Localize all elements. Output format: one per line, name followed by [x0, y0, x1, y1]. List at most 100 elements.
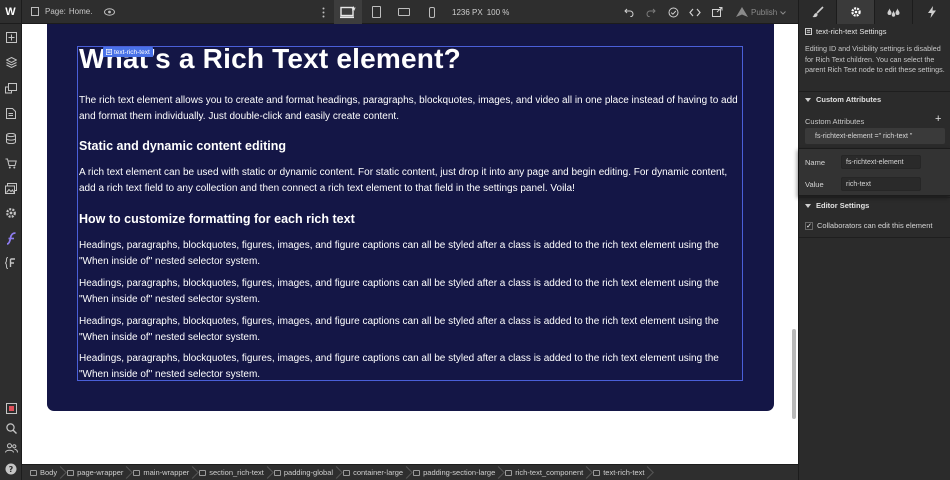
- section2-paragraph-4[interactable]: Headings, paragraphs, blockquotes, figur…: [79, 351, 741, 382]
- publish-label: Publish: [751, 7, 778, 17]
- breadcrumb: Body page-wrapper main-wrapper section_r…: [22, 464, 798, 480]
- search-icon[interactable]: [3, 420, 19, 436]
- body-icon: [30, 469, 37, 476]
- collaborators-label: Collaborators can edit this element: [817, 221, 933, 230]
- preview-eye-icon[interactable]: [102, 5, 116, 19]
- breadcrumb-item[interactable]: Body: [26, 465, 63, 480]
- div-block-icon: [273, 469, 281, 476]
- canvas-scrollbar[interactable]: [792, 329, 796, 419]
- attribute-value-row: Value rich-text: [805, 177, 921, 191]
- users-icon[interactable]: [3, 440, 19, 456]
- collaborators-edit-checkbox-row[interactable]: ✓ Collaborators can edit this element: [805, 221, 932, 230]
- panel-title: text-rich-text Settings: [805, 27, 886, 36]
- right-panel-tabs: [798, 0, 950, 24]
- breadcrumb-item[interactable]: padding-global: [270, 465, 339, 480]
- undo-icon[interactable]: [622, 5, 636, 19]
- canvas-width[interactable]: 1236 PX: [452, 8, 483, 17]
- share-icon[interactable]: [710, 5, 724, 19]
- navigator-layers-icon[interactable]: [3, 54, 19, 70]
- add-attribute-plus-icon[interactable]: +: [935, 113, 941, 125]
- container-icon: [343, 469, 351, 476]
- selected-element-tag[interactable]: text-rich-text: [103, 47, 153, 57]
- finsweet-app-icon[interactable]: [3, 230, 19, 246]
- section1-heading[interactable]: Static and dynamic content editing: [79, 139, 286, 153]
- divider: [799, 237, 950, 238]
- rich-text-section[interactable]: What’s a Rich Text element? text-rich-te…: [47, 24, 774, 411]
- value-label: Value: [805, 179, 824, 189]
- intro-paragraph[interactable]: The rich text element allows you to crea…: [79, 93, 741, 124]
- section1-paragraph[interactable]: A rich text element can be used with sta…: [79, 165, 741, 196]
- components-icon[interactable]: [3, 80, 19, 96]
- settings-gear-icon[interactable]: [3, 205, 19, 221]
- rich-text-icon: [593, 469, 601, 476]
- name-label: Name: [805, 157, 826, 167]
- tab-settings-gear-icon[interactable]: [836, 0, 874, 24]
- settings-disabled-note: Editing ID and Visibility settings is di…: [805, 44, 945, 74]
- breakpoint-desktop-star-icon[interactable]: [334, 0, 362, 24]
- chevron-down-icon: [780, 8, 787, 17]
- design-canvas[interactable]: What’s a Rich Text element? text-rich-te…: [22, 24, 798, 464]
- svg-text:?: ?: [9, 465, 14, 474]
- left-toolbar: ?: [0, 24, 22, 480]
- attribute-chip[interactable]: fs-richtext-element =" rich-text ": [805, 128, 945, 144]
- custom-attributes-section-toggle[interactable]: Custom Attributes: [799, 91, 950, 107]
- attribute-value-input[interactable]: rich-text: [841, 177, 921, 191]
- section2-heading[interactable]: How to customize formatting for each ric…: [79, 212, 355, 226]
- breakpoint-mobile-icon[interactable]: [418, 0, 446, 24]
- right-tools: Publish: [622, 0, 787, 24]
- webflow-logo[interactable]: W: [0, 0, 22, 24]
- div-block-icon: [67, 469, 75, 476]
- ecommerce-cart-icon[interactable]: [3, 155, 19, 171]
- section2-paragraph-3[interactable]: Headings, paragraphs, blockquotes, figur…: [79, 314, 741, 345]
- div-block-icon: [133, 469, 141, 476]
- audit-red-square-icon[interactable]: [3, 400, 19, 416]
- page-icon: [28, 5, 42, 19]
- breadcrumb-item-current[interactable]: text-rich-text: [589, 465, 650, 480]
- attribute-edit-popup: Name fs-richtext-element Value rich-text: [799, 148, 950, 196]
- publish-button[interactable]: Publish: [736, 7, 787, 17]
- page-label: Page:: [45, 7, 66, 16]
- tab-lightning-icon[interactable]: [912, 0, 950, 24]
- caret-down-icon: [805, 203, 811, 208]
- canvas-size-readout: 1236 PX 100 %: [452, 0, 509, 24]
- breadcrumb-item[interactable]: section_rich-text: [195, 465, 270, 480]
- div-block-icon: [505, 469, 513, 476]
- section2-paragraph-1[interactable]: Headings, paragraphs, blockquotes, figur…: [79, 238, 741, 269]
- add-elements-icon[interactable]: [3, 29, 19, 45]
- breadcrumb-item[interactable]: rich-text_component: [501, 465, 589, 480]
- div-block-icon: [413, 469, 421, 476]
- settings-panel: text-rich-text Settings Editing ID and V…: [798, 24, 950, 480]
- redo-icon[interactable]: [644, 5, 658, 19]
- breadcrumb-item[interactable]: main-wrapper: [129, 465, 195, 480]
- assets-images-icon[interactable]: [3, 180, 19, 196]
- editor-settings-section-toggle[interactable]: Editor Settings: [799, 197, 950, 213]
- check-status-icon[interactable]: [666, 5, 680, 19]
- zoom-level[interactable]: 100 %: [487, 8, 510, 17]
- breadcrumb-item[interactable]: page-wrapper: [63, 465, 129, 480]
- rich-text-icon: [106, 49, 112, 55]
- cms-database-icon[interactable]: [3, 130, 19, 146]
- breakpoint-desktop-icon[interactable]: [362, 0, 390, 24]
- more-vertical-icon[interactable]: [316, 5, 330, 19]
- code-icon[interactable]: [688, 5, 702, 19]
- webflow-designer: W Page: Home. 1236 PX 100 % Publish ? Wh…: [0, 0, 950, 480]
- breadcrumb-item[interactable]: container-large: [339, 465, 409, 480]
- page-name: Home.: [68, 7, 93, 16]
- pages-icon[interactable]: [3, 105, 19, 121]
- tab-style-brush-icon[interactable]: [798, 0, 836, 24]
- top-bar: W Page: Home. 1236 PX 100 % Publish: [0, 0, 950, 24]
- tab-interactions-drops-icon[interactable]: [874, 0, 912, 24]
- selected-element-name: text-rich-text: [114, 48, 150, 56]
- help-icon[interactable]: ?: [3, 461, 19, 477]
- attribute-name-input[interactable]: fs-richtext-element: [841, 155, 921, 169]
- page-selector[interactable]: Page: Home.: [28, 5, 92, 19]
- rich-text-icon: [805, 28, 812, 35]
- breakpoint-tablet-landscape-icon[interactable]: [390, 0, 418, 24]
- checkbox-checked-icon[interactable]: ✓: [805, 221, 813, 230]
- custom-attributes-label: Custom Attributes: [805, 117, 865, 126]
- publish-plane-icon: [736, 7, 748, 17]
- breakpoint-selector: [334, 0, 446, 24]
- section2-paragraph-2[interactable]: Headings, paragraphs, blockquotes, figur…: [79, 276, 741, 307]
- finsweet-attributes-icon[interactable]: [3, 255, 19, 271]
- breadcrumb-item[interactable]: padding-section-large: [409, 465, 501, 480]
